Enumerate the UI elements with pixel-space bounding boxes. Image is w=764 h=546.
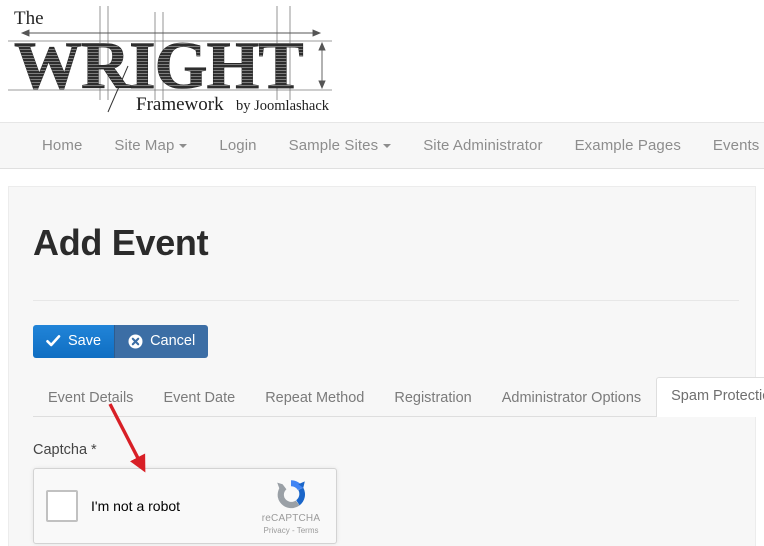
tab-bar: Event Details Event Date Repeat Method R… (33, 376, 764, 417)
recaptcha-branding: reCAPTCHA Privacy - Terms (252, 476, 336, 536)
nav-item-site-map[interactable]: Site Map (98, 123, 203, 168)
chevron-down-icon (383, 143, 392, 148)
recaptcha-widget[interactable]: I'm not a robot reCAPTCHA Privacy - Term… (33, 467, 337, 544)
nav-item-example-pages[interactable]: Example Pages (559, 123, 697, 168)
svg-text:WRIGHT: WRIGHT (14, 27, 303, 103)
cancel-button[interactable]: Cancel (114, 324, 209, 358)
title-divider (33, 299, 739, 301)
nav-item-label: Login (219, 137, 257, 154)
chevron-down-icon (179, 143, 188, 148)
page-title: Add Event (33, 222, 209, 263)
svg-text:The: The (14, 8, 44, 29)
recaptcha-label: I'm not a robot (91, 497, 181, 514)
tab-label: Registration (394, 389, 472, 406)
recaptcha-logo-icon (277, 479, 306, 508)
captcha-field: Captcha * I'm not a robot reCAPTCHA Priv… (33, 442, 755, 544)
save-button[interactable]: Save (33, 324, 115, 358)
recaptcha-checkbox[interactable] (46, 489, 78, 522)
recaptcha-brand-name: reCAPTCHA (261, 512, 321, 524)
tab-label: Spam Protection (671, 387, 764, 404)
nav-item-site-administrator[interactable]: Site Administrator (407, 123, 558, 168)
nav-item-login[interactable]: Login (203, 123, 272, 168)
nav-item-label: Example Pages (574, 137, 681, 154)
tab-repeat-method[interactable]: Repeat Method (250, 381, 379, 417)
tab-label: Event Details (48, 389, 134, 406)
cancel-button-label: Cancel (150, 333, 196, 350)
svg-text:by Joomlashack: by Joomlashack (236, 98, 330, 114)
check-icon (46, 334, 61, 348)
wright-framework-logo-icon: WRIGHT The Framework by Joomlashack (8, 6, 332, 115)
tab-label: Administrator Options (501, 389, 642, 406)
x-circle-icon (128, 334, 143, 349)
recaptcha-legal-links[interactable]: Privacy - Terms (252, 526, 330, 536)
toolbar: Save Cancel (33, 324, 755, 358)
nav-item-label: Sample Sites (288, 137, 379, 154)
site-logo[interactable]: WRIGHT The Framework by Joomlashack The … (0, 0, 340, 120)
tab-administrator-options[interactable]: Administrator Options (487, 381, 656, 417)
nav-item-label: Events Calendar (712, 137, 764, 154)
content-panel: Add Event Save Cancel Event Details Even… (8, 186, 764, 546)
main-navigation: Home Site Map Login Sample Sites Site Ad… (0, 122, 764, 169)
tab-label: Repeat Method (265, 389, 365, 406)
save-button-label: Save (68, 333, 102, 350)
nav-item-events-calendar[interactable]: Events Calendar (697, 123, 764, 168)
tab-registration[interactable]: Registration (379, 381, 486, 417)
tab-label: Event Date (163, 389, 236, 406)
tab-spam-protection[interactable]: Spam Protection (656, 376, 764, 417)
site-header: WRIGHT The Framework by Joomlashack The … (0, 0, 764, 122)
nav-item-label: Site Administrator (423, 137, 543, 154)
svg-text:Framework: Framework (136, 94, 224, 115)
nav-item-home[interactable]: Home (26, 123, 98, 168)
tab-event-details[interactable]: Event Details (33, 381, 148, 417)
nav-item-sample-sites[interactable]: Sample Sites (273, 123, 408, 168)
captcha-label: Captcha * (33, 441, 97, 458)
nav-item-label: Home (42, 137, 83, 154)
nav-item-label: Site Map (114, 137, 175, 154)
page-body: Add Event Save Cancel Event Details Even… (0, 169, 764, 546)
tab-event-date[interactable]: Event Date (148, 381, 250, 417)
